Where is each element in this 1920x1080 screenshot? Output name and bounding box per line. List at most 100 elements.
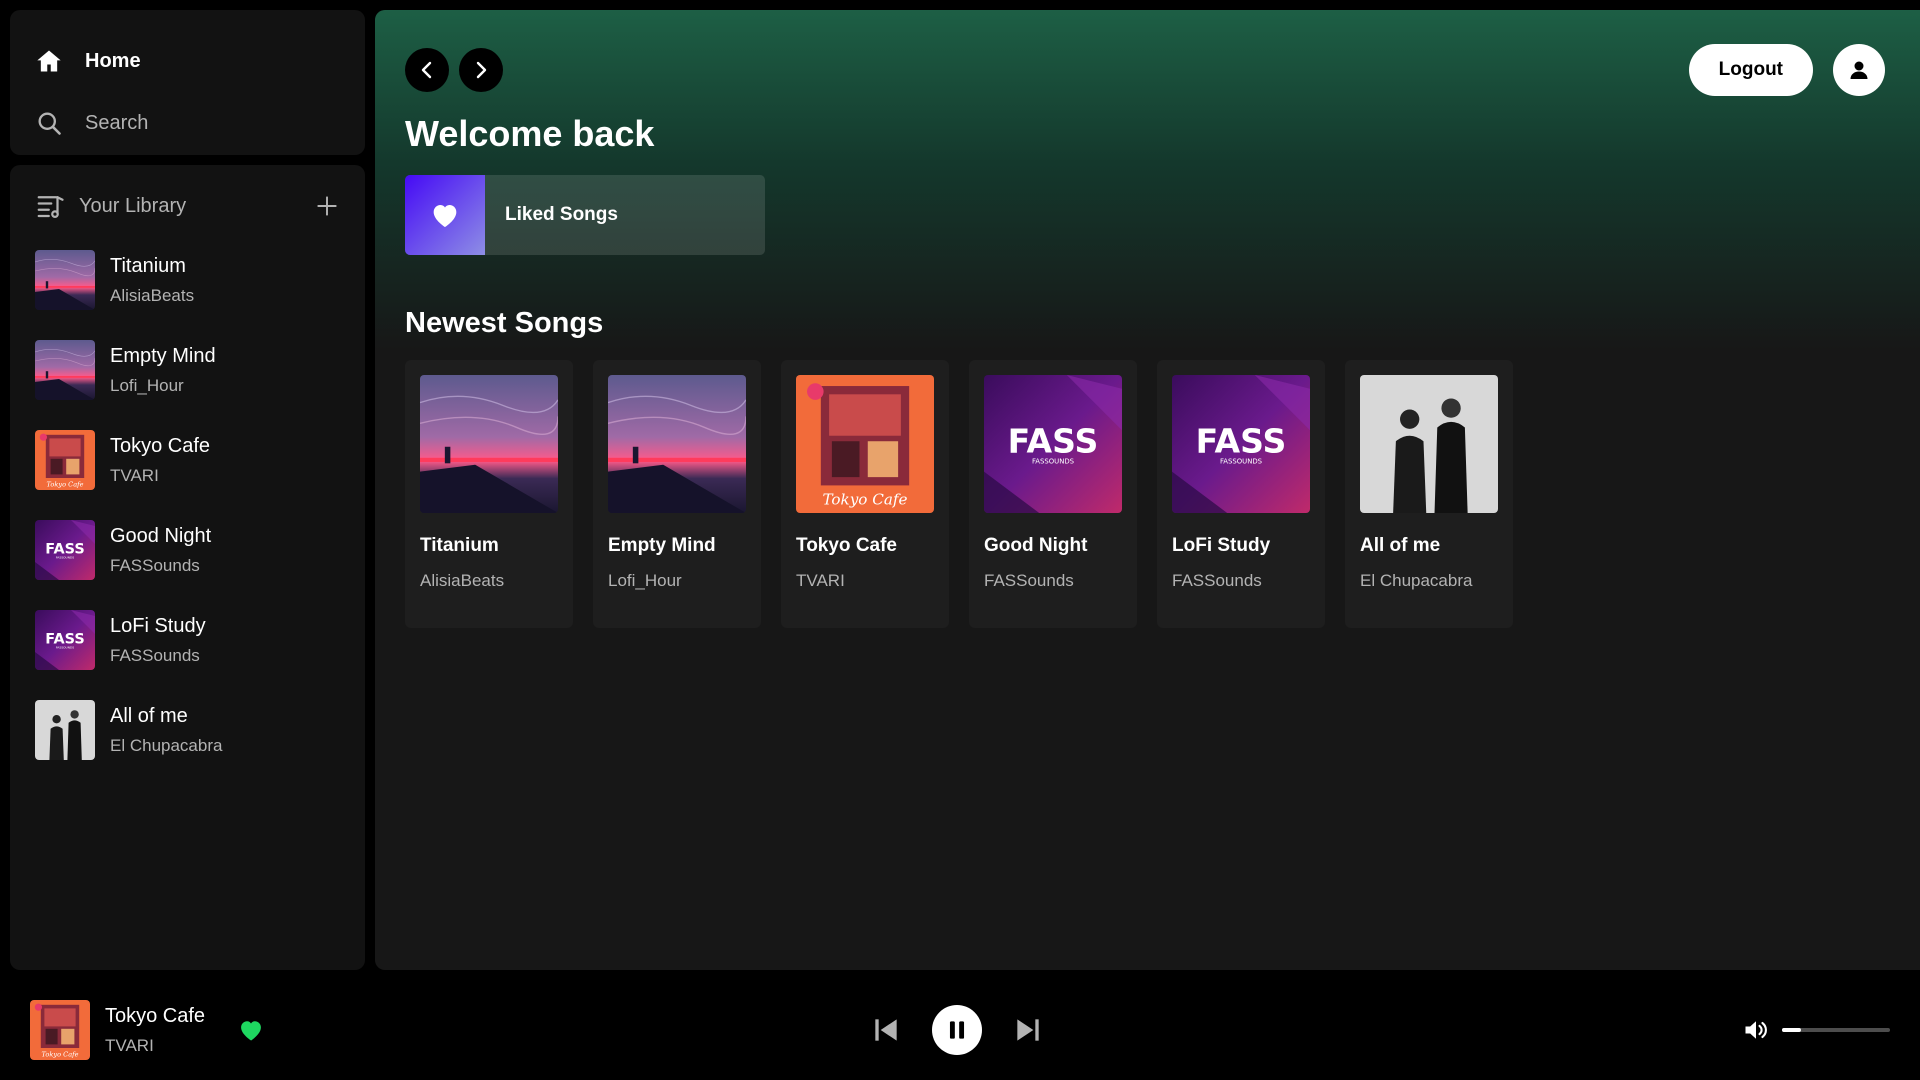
album-art: FASS FASSOUNDS	[35, 610, 95, 670]
song-card-title: LoFi Study	[1172, 535, 1271, 556]
forward-button[interactable]	[459, 48, 503, 92]
library-item-artist: El Chupacabra	[110, 735, 223, 755]
library-item-artist: FASSounds	[110, 645, 200, 665]
now-playing-art: Tokyo Cafe	[30, 1000, 90, 1060]
song-card[interactable]: Tokyo Cafe Tokyo Cafe TVARI	[781, 360, 949, 628]
chevron-right-icon	[476, 61, 487, 79]
album-art: FASS FASSOUNDS	[35, 520, 95, 580]
section-title: Newest Songs	[405, 307, 604, 339]
album-art	[35, 250, 95, 310]
library-item[interactable]: FASS FASSOUNDS Good Night FASSounds	[35, 505, 340, 595]
nav-panel: Home Search	[10, 10, 365, 155]
album-art: Tokyo Cafe	[35, 430, 95, 490]
song-card[interactable]: Empty Mind Lofi_Hour	[593, 360, 761, 628]
svg-text:Tokyo Cafe: Tokyo Cafe	[42, 1050, 79, 1058]
song-card-title: Good Night	[984, 535, 1088, 556]
song-card-artist: El Chupacabra	[1360, 571, 1473, 590]
album-art: FASS FASSOUNDS	[984, 375, 1122, 513]
player-bar: Tokyo Cafe Tokyo Cafe TVARI	[0, 980, 1920, 1080]
song-card-artist: Lofi_Hour	[608, 571, 682, 590]
album-art	[608, 375, 746, 513]
library-item[interactable]: FASS FASSOUNDS LoFi Study FASSounds	[35, 595, 340, 685]
song-card-title: Titanium	[420, 535, 499, 556]
library-item-artist: FASSounds	[110, 555, 200, 575]
song-card[interactable]: Titanium AlisiaBeats	[405, 360, 573, 628]
liked-songs-card[interactable]: Liked Songs	[405, 175, 765, 255]
chevron-left-icon	[421, 61, 432, 79]
library-panel: Your Library Titanium AlisiaBeats Empty M…	[10, 165, 365, 970]
library-item-title: Titanium	[110, 254, 186, 277]
liked-songs-label: Liked Songs	[505, 204, 618, 225]
album-art	[420, 375, 558, 513]
next-icon[interactable]	[1012, 1014, 1044, 1046]
volume-control	[1742, 1016, 1890, 1044]
song-card-artist: TVARI	[796, 571, 845, 590]
song-cards: Titanium AlisiaBeats Empty Mind Lofi_Hou…	[405, 360, 1890, 628]
now-playing-title: Tokyo Cafe	[105, 1004, 206, 1027]
svg-text:FASSOUNDS: FASSOUNDS	[1220, 457, 1262, 465]
volume-icon[interactable]	[1742, 1016, 1770, 1044]
topbar: Logout	[405, 44, 1890, 96]
library-item[interactable]: Tokyo Cafe Tokyo Cafe TVARI	[35, 415, 340, 505]
volume-slider-fill	[1782, 1028, 1802, 1032]
album-art: Tokyo Cafe	[796, 375, 934, 513]
heart-icon	[433, 205, 457, 227]
svg-text:FASS: FASS	[1196, 421, 1287, 460]
library-item-title: LoFi Study	[110, 614, 206, 637]
volume-slider[interactable]	[1782, 1028, 1890, 1032]
now-playing-artist: TVARI	[105, 1035, 154, 1055]
svg-text:FASS: FASS	[1008, 421, 1099, 460]
song-card-title: Empty Mind	[608, 535, 716, 556]
library-toggle[interactable]: Your Library	[35, 191, 186, 221]
song-card[interactable]: FASS FASSOUNDS Good Night FASSounds	[969, 360, 1137, 628]
pause-button[interactable]	[932, 1005, 982, 1055]
back-button[interactable]	[405, 48, 449, 92]
library-item[interactable]: Empty Mind Lofi_Hour	[35, 325, 340, 415]
svg-text:FASSOUNDS: FASSOUNDS	[56, 645, 74, 649]
song-card-artist: FASSounds	[984, 571, 1074, 590]
nav-search[interactable]: Search	[35, 92, 340, 154]
library-header: Your Library	[35, 185, 340, 227]
library-icon	[37, 196, 64, 218]
library-item-artist: Lofi_Hour	[110, 375, 184, 395]
library-item[interactable]: All of me El Chupacabra	[35, 685, 340, 775]
home-icon	[37, 50, 61, 72]
library-item-artist: TVARI	[110, 465, 159, 485]
album-art	[35, 340, 95, 400]
song-card-title: Tokyo Cafe	[796, 535, 898, 556]
liked-songs-art	[405, 175, 485, 255]
nav-home-label: Home	[85, 49, 141, 72]
svg-text:Tokyo Cafe: Tokyo Cafe	[822, 491, 907, 509]
logout-button[interactable]: Logout	[1688, 44, 1813, 96]
main-panel: Logout Welcome back Liked Songs Newest S…	[375, 10, 1920, 970]
svg-text:Tokyo Cafe: Tokyo Cafe	[47, 480, 84, 488]
library-list: Titanium AlisiaBeats Empty Mind Lofi_Hour …	[35, 235, 340, 775]
svg-text:FASSOUNDS: FASSOUNDS	[1032, 457, 1074, 465]
song-card-title: All of me	[1360, 535, 1441, 556]
song-card[interactable]: All of me El Chupacabra	[1345, 360, 1513, 628]
playback-controls	[870, 1005, 1044, 1055]
search-icon	[38, 112, 61, 135]
library-item-title: All of me	[110, 704, 188, 727]
previous-icon[interactable]	[870, 1014, 902, 1046]
library-title: Your Library	[79, 194, 187, 217]
svg-text:FASSOUNDS: FASSOUNDS	[56, 555, 74, 559]
user-button[interactable]	[1833, 44, 1885, 96]
song-card-artist: AlisiaBeats	[420, 571, 505, 590]
song-card[interactable]: FASS FASSOUNDS LoFi Study FASSounds	[1157, 360, 1325, 628]
library-item[interactable]: Titanium AlisiaBeats	[35, 235, 340, 325]
song-card-artist: FASSounds	[1172, 571, 1262, 590]
library-item-title: Empty Mind	[110, 344, 216, 367]
like-heart-icon[interactable]	[237, 1016, 265, 1044]
plus-icon[interactable]	[314, 193, 340, 219]
nav-search-label: Search	[85, 111, 149, 134]
user-icon	[1850, 61, 1868, 79]
album-art: FASS FASSOUNDS	[1172, 375, 1310, 513]
nav-home[interactable]: Home	[35, 30, 340, 92]
album-art	[35, 700, 95, 760]
now-playing: Tokyo Cafe Tokyo Cafe TVARI	[30, 1000, 205, 1060]
page-title: Welcome back	[405, 113, 655, 154]
pause-icon	[949, 1021, 965, 1039]
library-item-artist: AlisiaBeats	[110, 285, 195, 305]
library-item-title: Good Night	[110, 524, 212, 547]
